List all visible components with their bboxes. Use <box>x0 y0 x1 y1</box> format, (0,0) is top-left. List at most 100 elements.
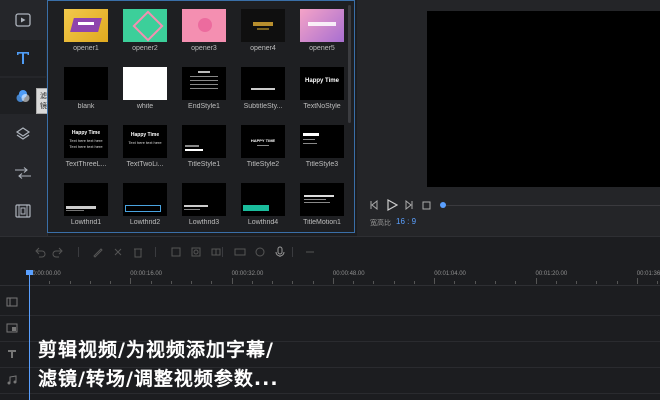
next-frame-button[interactable] <box>403 199 415 211</box>
template-tile-label: Lowthrid4 <box>247 219 279 226</box>
tile-thumbnail-art <box>64 9 108 42</box>
zoom-button[interactable] <box>190 246 202 258</box>
tile-thumbnail-art: Happy Time <box>71 130 101 136</box>
tile-thumbnail-art <box>257 28 269 30</box>
playhead[interactable] <box>29 274 30 400</box>
tile-thumbnail-art <box>241 67 285 100</box>
ruler-tick <box>474 281 476 284</box>
ruler-tick <box>89 281 91 284</box>
toolbar-separator <box>292 247 293 257</box>
export-audio-icon <box>306 251 314 253</box>
template-tile-motion[interactable] <box>300 183 344 216</box>
video-track[interactable] <box>0 289 660 316</box>
sidebar-item-transitions[interactable] <box>0 155 46 191</box>
aspect-ratio-select[interactable]: 16 : 9 <box>396 217 416 226</box>
tile-thumbnail-art <box>304 202 330 203</box>
template-tile-label: opener2 <box>132 45 158 52</box>
ruler-tick <box>272 281 274 284</box>
ruler-time-label: 00:00:32.00 <box>231 271 264 277</box>
sidebar-item-media[interactable] <box>0 2 46 38</box>
tile-thumbnail-art <box>64 67 108 100</box>
template-tile-label: Lowthrid3 <box>188 219 220 226</box>
sidebar-item-overlays[interactable] <box>0 116 46 152</box>
tile-thumbnail-art <box>251 88 275 90</box>
template-tile-end[interactable] <box>182 67 226 100</box>
template-tile-label: TextTwoLi... <box>126 161 164 168</box>
ruler-tick <box>494 281 496 284</box>
mic-button[interactable] <box>274 246 286 258</box>
feature-caption: 剪辑视频/为视频添加字幕/ 滤镜/转场/调整视频参数... <box>38 336 279 394</box>
freeze-button[interactable] <box>234 246 246 258</box>
template-tile-blank[interactable] <box>64 67 108 100</box>
tile-thumbnail-art <box>132 10 164 42</box>
tile-thumbnail-art <box>243 205 269 211</box>
tile-thumbnail-art <box>184 209 200 210</box>
template-tile-low2[interactable] <box>123 183 167 216</box>
template-tile-opener3[interactable] <box>182 9 226 42</box>
stop-button[interactable] <box>420 199 432 211</box>
ruler-tick <box>150 281 152 284</box>
template-tile-label: TitleStyle2 <box>246 161 280 168</box>
template-tile-subtitle[interactable] <box>241 67 285 100</box>
ruler-tick <box>69 281 71 284</box>
play-button[interactable] <box>385 199 399 211</box>
sidebar-item-elements[interactable] <box>0 193 46 229</box>
tile-thumbnail-art <box>66 206 96 209</box>
mosaic-button[interactable] <box>210 246 222 258</box>
ruler-tick <box>312 281 314 284</box>
video-track-header <box>0 289 24 315</box>
undo-button[interactable] <box>34 246 46 258</box>
sidebar-item-text[interactable] <box>0 40 46 76</box>
tile-thumbnail-art <box>300 183 344 216</box>
template-tile-title2[interactable]: HAPPY TIME <box>241 125 285 158</box>
ruler-tick <box>251 281 253 284</box>
playback-progress-track[interactable] <box>443 205 660 206</box>
template-tile-three[interactable]: Happy Time Text here text here Text here t… <box>64 125 108 158</box>
template-tile-white[interactable] <box>123 67 167 100</box>
template-tile-opener4[interactable] <box>241 9 285 42</box>
speed-button[interactable] <box>254 246 266 258</box>
playback-progress-handle[interactable] <box>440 202 446 208</box>
play-icon <box>387 199 398 211</box>
template-tile-title1[interactable] <box>182 125 226 158</box>
ruler-tick <box>373 281 375 284</box>
split-button[interactable] <box>112 246 124 258</box>
export-audio-button[interactable] <box>304 246 316 258</box>
template-tile-label: opener4 <box>250 45 276 52</box>
mosaic-icon <box>211 248 221 256</box>
tile-thumbnail-art <box>64 183 108 216</box>
template-tile-happy[interactable]: Happy Time <box>300 67 344 100</box>
step-back-icon <box>370 200 378 210</box>
edit-button[interactable] <box>92 246 104 258</box>
template-tile-two[interactable]: Happy Time Text here text here <box>123 125 167 158</box>
template-tile-label: TitleMotion1 <box>303 219 341 226</box>
template-tile-low1[interactable] <box>64 183 108 216</box>
pip-track-icon <box>6 323 18 333</box>
ruler-time-label: 00:01:20.00 <box>535 271 568 277</box>
ruler-tick <box>49 281 51 284</box>
freeze-icon <box>234 248 246 256</box>
ruler-tick <box>130 278 132 284</box>
tile-thumbnail-art <box>253 22 273 26</box>
template-tile-label: TitleStyle3 <box>305 161 339 168</box>
prev-frame-button[interactable] <box>368 199 380 211</box>
tile-thumbnail-art <box>303 139 315 140</box>
crop-button[interactable] <box>170 246 182 258</box>
overlay-icon <box>15 127 31 140</box>
redo-icon <box>52 247 63 258</box>
template-tile-opener5[interactable] <box>300 9 344 42</box>
template-tile-opener1[interactable] <box>64 9 108 42</box>
media-icon <box>15 13 31 27</box>
template-tile-title3[interactable] <box>300 125 344 158</box>
text-icon <box>17 52 29 64</box>
ruler-tick <box>393 281 395 284</box>
timeline-ruler[interactable]: 00:00:00.00 00:00:16.00 00:00:32.00 00:00:4… <box>0 267 660 286</box>
delete-button[interactable] <box>132 246 144 258</box>
tile-thumbnail-art <box>257 145 269 146</box>
template-tile-low4[interactable] <box>241 183 285 216</box>
tile-thumbnail-art <box>308 22 336 26</box>
redo-button[interactable] <box>52 246 64 258</box>
tile-thumbnail-art: Text here text here <box>69 144 103 149</box>
template-tile-opener2[interactable] <box>123 9 167 42</box>
template-tile-low3[interactable] <box>182 183 226 216</box>
